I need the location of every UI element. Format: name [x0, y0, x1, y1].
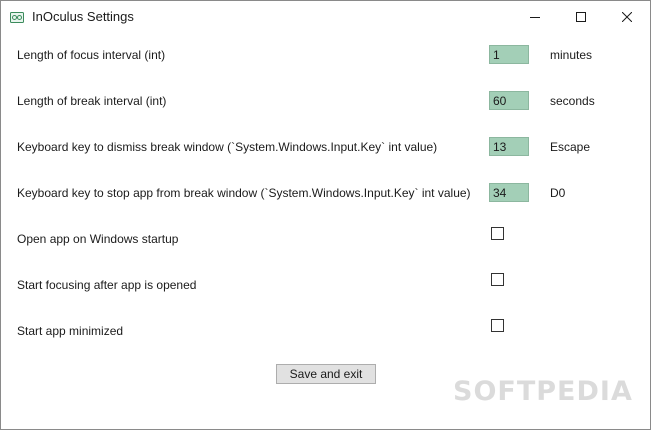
window-title: InOculus Settings	[32, 9, 134, 24]
softpedia-watermark: SOFTPEDIA	[453, 376, 633, 407]
minimize-icon	[530, 16, 540, 18]
start-minimized-checkbox[interactable]	[491, 319, 504, 332]
dismiss-key-name: Escape	[550, 140, 591, 154]
stop-key-name: D0	[550, 186, 566, 200]
maximize-button[interactable]	[558, 1, 604, 32]
focus-interval-label: Length of focus interval (int)	[17, 48, 166, 62]
glasses-icon	[10, 10, 24, 23]
title-bar[interactable]: InOculus Settings	[1, 1, 650, 32]
settings-window: InOculus Settings Length of focus interv…	[0, 0, 651, 430]
start-minimized-label: Start app minimized	[17, 324, 124, 338]
startup-checkbox[interactable]	[491, 227, 504, 240]
stop-key-label: Keyboard key to stop app from break wind…	[17, 186, 471, 200]
break-interval-input[interactable]: 60	[489, 91, 529, 110]
save-and-exit-button[interactable]: Save and exit	[276, 364, 376, 384]
focus-interval-input[interactable]: 1	[489, 45, 529, 64]
maximize-icon	[576, 11, 586, 22]
dismiss-key-label: Keyboard key to dismiss break window (`S…	[17, 140, 438, 154]
minimize-button[interactable]	[512, 1, 558, 32]
stop-key-input[interactable]: 34	[489, 183, 529, 202]
close-button[interactable]	[604, 1, 650, 32]
close-icon	[622, 11, 632, 22]
focus-interval-unit: minutes	[550, 48, 593, 62]
break-interval-unit: seconds	[550, 94, 595, 108]
auto-focus-label: Start focusing after app is opened	[17, 278, 197, 292]
dismiss-key-input[interactable]: 13	[489, 137, 529, 156]
break-interval-label: Length of break interval (int)	[17, 94, 167, 108]
auto-focus-checkbox[interactable]	[491, 273, 504, 286]
startup-label: Open app on Windows startup	[17, 232, 179, 246]
